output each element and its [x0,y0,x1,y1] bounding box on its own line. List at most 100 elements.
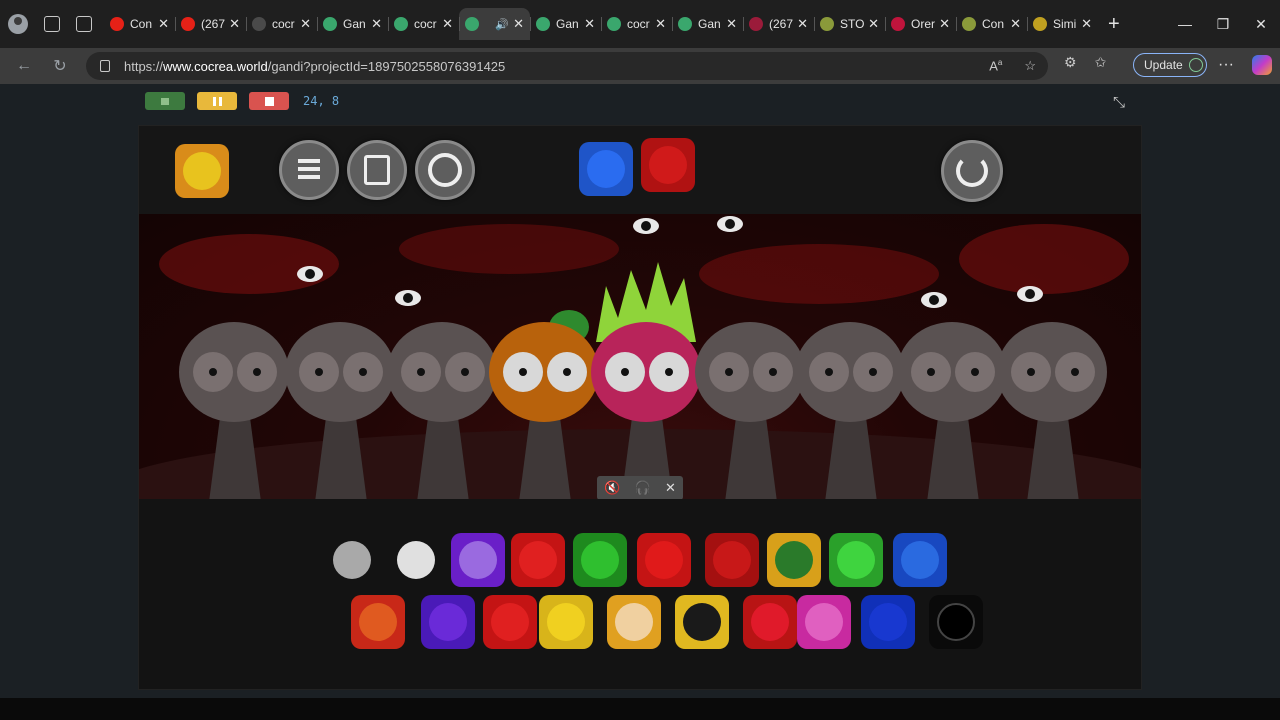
copyright-icon [428,153,462,187]
update-button[interactable]: Update [1133,53,1207,77]
credits-button[interactable] [415,140,475,200]
favorites-icon[interactable]: ✩ [1095,54,1107,71]
sound-tile-purple-pot[interactable] [451,533,505,587]
sound-tile-cherry[interactable] [637,533,691,587]
extensions-icon[interactable]: ⚙ [1064,54,1077,71]
browser-tab[interactable]: cocr ✕ [601,8,672,40]
browser-tab[interactable]: STOI✕ [814,8,885,40]
character-eye [547,352,587,392]
blueberry-icon [901,541,939,579]
browser-tab[interactable]: Con ✕ [104,8,175,40]
profile-icon[interactable] [8,14,28,34]
character-frame-icon [364,155,390,185]
close-icon[interactable]: ✕ [665,480,676,496]
close-tab-icon[interactable]: ✕ [1010,16,1021,32]
close-tab-icon[interactable]: ✕ [442,16,453,32]
close-tab-icon[interactable]: ✕ [371,16,382,32]
restore-icon[interactable]: ❐ [1204,16,1242,33]
tab-actions-icon[interactable] [76,16,92,32]
purple-pot-icon [459,541,497,579]
orange-logo-tile[interactable] [175,144,229,198]
character-eye [853,352,893,392]
browser-tab[interactable]: Con ✕ [956,8,1027,40]
sound-tile-black-hole[interactable] [929,595,983,649]
character-eye [649,352,689,392]
close-tab-icon[interactable]: ✕ [300,16,311,32]
close-tab-icon[interactable]: ✕ [868,16,879,32]
lemon-icon [547,603,585,641]
sound-tile-pineapple[interactable] [767,533,821,587]
pause-button[interactable] [197,92,237,110]
mute-icon[interactable]: 🔇 [604,480,620,496]
green-flag-button[interactable] [145,92,185,110]
browser-tab[interactable]: Orer ✕ [885,8,956,40]
menu-button[interactable] [279,140,339,200]
hamburger-icon [298,159,320,179]
headphones-icon[interactable]: 🎧 [635,480,651,496]
sound-tile-lemon[interactable] [539,595,593,649]
close-tab-icon[interactable]: ✕ [797,16,808,32]
character-eye [1011,352,1051,392]
close-tab-icon[interactable]: ✕ [655,16,666,32]
lock-icon[interactable] [100,60,110,72]
refresh-icon[interactable]: ↻ [42,56,78,76]
browser-tab[interactable]: Simi ✕ [1027,8,1098,40]
close-window-icon[interactable]: ✕ [1242,16,1280,33]
close-tab-icon[interactable]: ✕ [584,16,595,32]
close-tab-icon[interactable]: ✕ [513,16,524,32]
sound-tile-hat-face[interactable] [607,595,661,649]
blue-mode-icon [587,150,625,188]
favorite-star-icon[interactable]: ☆ [1024,58,1036,74]
minimize-icon[interactable]: — [1166,16,1204,32]
game-scene[interactable] [139,214,1141,499]
close-tab-icon[interactable]: ✕ [726,16,737,32]
sound-tile-orange-pumpkin[interactable] [351,595,405,649]
workspaces-icon[interactable] [44,16,60,32]
sound-tile-grey-shape[interactable] [325,533,379,587]
character-button[interactable] [347,140,407,200]
browser-tab[interactable]: cocr ✕ [388,8,459,40]
red-mode-tile[interactable] [641,138,695,192]
plum-icon [429,603,467,641]
stop-button[interactable] [249,92,289,110]
pineapple-icon [775,541,813,579]
browser-tab[interactable]: (267 ✕ [175,8,246,40]
read-aloud-icon[interactable]: Aa [989,58,1002,74]
close-tab-icon[interactable]: ✕ [1081,16,1092,32]
sound-tile-star[interactable] [675,595,729,649]
game-stage[interactable]: 🔇 🎧 ✕ [138,125,1142,690]
close-tab-icon[interactable]: ✕ [229,16,240,32]
floating-eye [717,216,743,232]
sound-tile-red-plain[interactable] [705,533,759,587]
sound-tile-red-apple[interactable] [483,595,537,649]
blue-plain-icon [869,603,907,641]
sound-tile-blue-plain[interactable] [861,595,915,649]
sound-tile-red-tomato[interactable] [511,533,565,587]
blue-mode-tile[interactable] [579,142,633,196]
back-icon[interactable]: ← [6,57,42,75]
sound-tile-white-flame[interactable] [389,533,443,587]
tab-audio-icon[interactable]: 🔊 [495,18,509,31]
sound-tile-blueberry[interactable] [893,533,947,587]
browser-tab[interactable]: Gan ✕ [672,8,743,40]
browser-tab[interactable]: Gan ✕ [317,8,388,40]
copilot-icon[interactable] [1252,55,1272,75]
exit-fullscreen-icon[interactable]: ⤡ [1113,94,1125,111]
close-tab-icon[interactable]: ✕ [939,16,950,32]
browser-tab[interactable]: (267 ✕ [743,8,814,40]
floating-eye [395,290,421,306]
sound-tile-strawberry[interactable] [743,595,797,649]
new-tab-button[interactable]: + [1108,13,1120,36]
browser-tab[interactable]: cocr ✕ [246,8,317,40]
sound-tile-watermelon[interactable] [573,533,627,587]
sound-tile-pink-fruit[interactable] [797,595,851,649]
sound-tile-green-apple[interactable] [829,533,883,587]
address-bar[interactable]: https://www.cocrea.world/gandi?projectId… [86,52,1048,80]
sound-tile-plum[interactable] [421,595,475,649]
reset-button[interactable] [941,140,1003,202]
player-controls: 24, 8 [145,92,339,110]
more-menu-icon[interactable]: ··· [1218,56,1234,74]
browser-tab[interactable]: 🔊 ✕ [459,8,530,40]
browser-tab[interactable]: Gan ✕ [530,8,601,40]
close-tab-icon[interactable]: ✕ [158,16,169,32]
